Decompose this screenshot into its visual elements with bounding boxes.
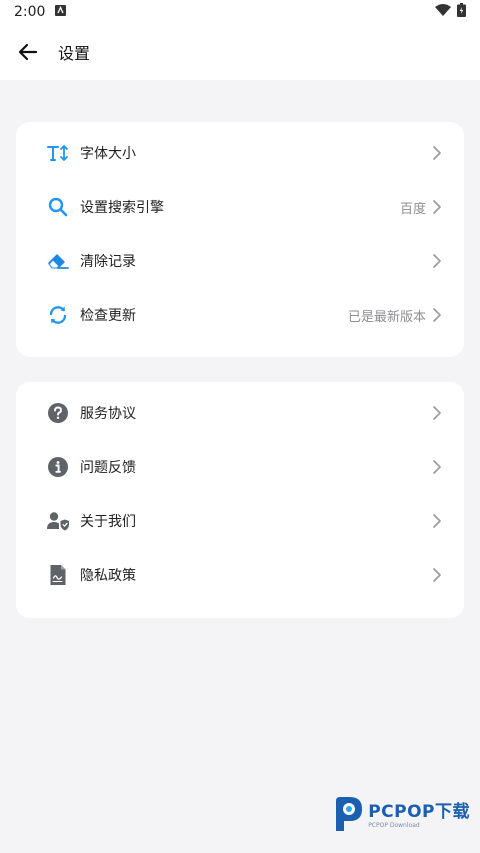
chevron-right-icon bbox=[430, 404, 444, 422]
watermark-text: PCPOP下载 bbox=[368, 801, 470, 822]
settings-item-privacy-policy[interactable]: 隐私政策 bbox=[16, 548, 464, 602]
battery-icon bbox=[457, 3, 466, 21]
settings-item-search-engine[interactable]: 设置搜索引擎 百度 bbox=[16, 180, 464, 234]
settings-item-label: 隐私政策 bbox=[80, 568, 136, 584]
settings-item-label: 清除记录 bbox=[80, 254, 136, 270]
chevron-right-icon bbox=[430, 144, 444, 162]
refresh-icon bbox=[47, 304, 69, 326]
wifi-icon bbox=[435, 4, 451, 20]
settings-item-label: 字体大小 bbox=[80, 146, 136, 162]
app-bar: 设置 bbox=[0, 24, 480, 80]
settings-item-font-size[interactable]: 字体大小 bbox=[16, 126, 464, 180]
arrow-left-icon bbox=[18, 43, 38, 61]
status-bar: 2:00 bbox=[0, 0, 480, 24]
settings-item-clear-history[interactable]: 清除记录 bbox=[16, 234, 464, 288]
chevron-right-icon bbox=[430, 512, 444, 530]
document-icon bbox=[47, 564, 69, 586]
settings-item-label: 设置搜索引擎 bbox=[80, 200, 164, 216]
chevron-right-icon bbox=[430, 252, 444, 270]
pcpop-watermark: PCPOP下载 PCPOP Download bbox=[332, 797, 470, 835]
settings-group-about: 服务协议 问题反馈 关于我们 隐私政策 bbox=[16, 382, 464, 618]
settings-item-service-agreement[interactable]: 服务协议 bbox=[16, 386, 464, 440]
settings-item-check-update[interactable]: 检查更新 已是最新版本 bbox=[16, 288, 464, 342]
watermark-subtext: PCPOP Download bbox=[368, 821, 420, 829]
chevron-right-icon bbox=[430, 566, 444, 584]
font-size-icon bbox=[47, 142, 69, 164]
info-icon bbox=[47, 456, 69, 478]
eraser-icon bbox=[47, 250, 69, 272]
question-icon bbox=[47, 402, 69, 424]
search-icon bbox=[47, 196, 69, 218]
settings-item-label: 检查更新 bbox=[80, 308, 136, 324]
settings-item-value: 已是最新版本 bbox=[347, 309, 426, 325]
settings-item-label: 服务协议 bbox=[80, 406, 136, 422]
status-time: 2:00 bbox=[14, 4, 46, 20]
page-title: 设置 bbox=[58, 44, 91, 63]
settings-item-feedback[interactable]: 问题反馈 bbox=[16, 440, 464, 494]
settings-group-general: 字体大小 设置搜索引擎 百度 清除记录 检查更新 已是最新版本 bbox=[16, 122, 464, 357]
settings-item-label: 关于我们 bbox=[80, 514, 136, 530]
chevron-right-icon bbox=[430, 198, 444, 216]
user-shield-icon bbox=[47, 510, 69, 532]
settings-item-about-us[interactable]: 关于我们 bbox=[16, 494, 464, 548]
settings-item-value: 百度 bbox=[399, 201, 426, 217]
settings-item-label: 问题反馈 bbox=[80, 460, 136, 476]
notification-icon bbox=[55, 4, 67, 20]
chevron-right-icon bbox=[430, 458, 444, 476]
chevron-right-icon bbox=[430, 306, 444, 324]
pcpop-logo-icon bbox=[332, 797, 364, 835]
back-button[interactable] bbox=[16, 40, 40, 64]
